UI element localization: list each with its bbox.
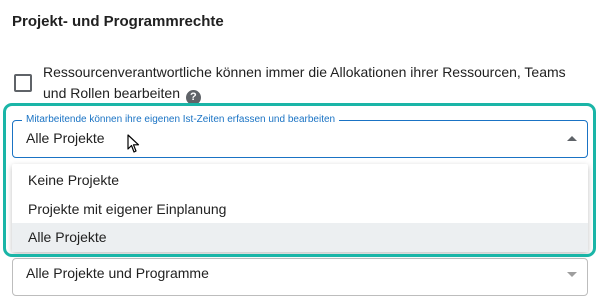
- option-projekte-mit-eigener-einplanung[interactable]: Projekte mit eigener Einplanung: [12, 195, 588, 224]
- arrow-up-icon[interactable]: [567, 136, 577, 141]
- mouse-pointer-icon: [127, 134, 140, 153]
- arrow-down-icon[interactable]: [567, 272, 577, 277]
- section-title: Projekt- und Programmrechte: [12, 13, 224, 30]
- question-circle-icon[interactable]: ?: [185, 90, 201, 105]
- option-keine-projekte[interactable]: Keine Projekte: [12, 166, 588, 195]
- next-select-value: Alle Projekte und Programme: [26, 265, 209, 281]
- dropdown-menu: Keine Projekte Projekte mit eigener Einp…: [12, 164, 588, 252]
- select-legend: Mitarbeitende können ihre eigenen Ist-Ze…: [22, 113, 340, 127]
- resource-manager-checkbox[interactable]: [14, 74, 32, 92]
- checkbox-label: Ressourcenverantwortliche können immer d…: [43, 62, 583, 105]
- select-value: Alle Projekte: [26, 130, 105, 146]
- actual-times-select[interactable]: Mitarbeitende können ihre eigenen Ist-Ze…: [12, 113, 588, 158]
- option-alle-projekte[interactable]: Alle Projekte: [12, 223, 588, 252]
- checkbox-label-text: Ressourcenverantwortliche können immer d…: [43, 64, 566, 101]
- next-select-field[interactable]: Alle Projekte und Programme: [12, 258, 588, 296]
